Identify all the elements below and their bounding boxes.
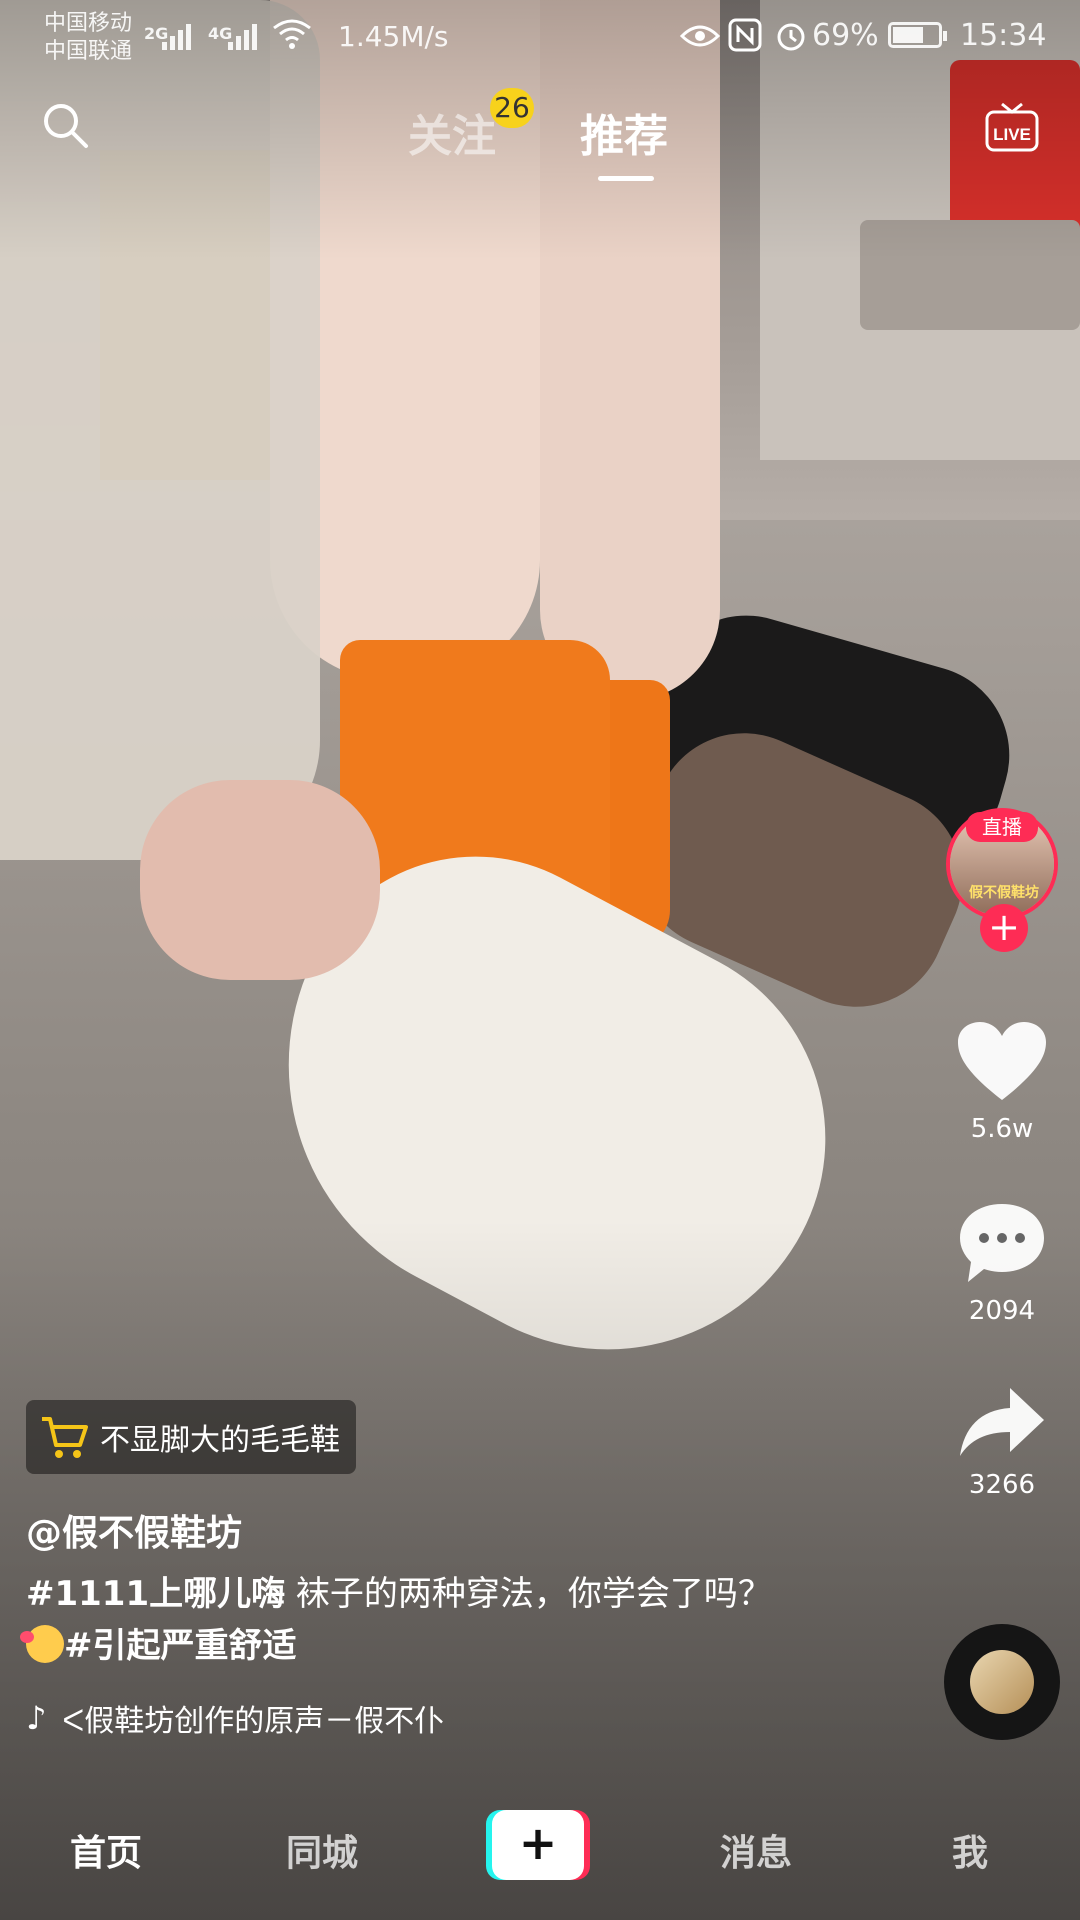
music-cover — [970, 1650, 1034, 1714]
share-button[interactable]: 3266 — [946, 1384, 1058, 1500]
heart-icon — [958, 1022, 1046, 1100]
search-icon[interactable] — [40, 100, 90, 150]
hand — [140, 780, 380, 980]
music-note-icon: ♪ — [26, 1699, 47, 1737]
battery-icon — [888, 22, 947, 48]
share-arrow-icon — [960, 1388, 1044, 1456]
avatar-shop-name: 假不假鞋坊 — [969, 885, 1039, 901]
tab-following[interactable]: 关注 — [408, 100, 496, 164]
nav-messages[interactable]: 消息 — [720, 1824, 792, 1876]
bottom-nav: 首页 同城 + 消息 我 — [0, 1800, 1080, 1920]
nav-home[interactable]: 首页 — [70, 1824, 142, 1876]
shopping-cart-icon — [42, 1417, 88, 1458]
battery-percent: 69% — [812, 18, 879, 53]
network-speed: 1.45M/s — [338, 20, 449, 53]
carrier-2: 中国联通 — [44, 39, 133, 64]
share-count: 3266 — [968, 1470, 1036, 1500]
author-name[interactable]: @假不假鞋坊 — [26, 1504, 242, 1556]
carrier-labels: 中国移动 中国联通 — [44, 10, 132, 66]
comment-icon — [960, 1204, 1044, 1282]
active-tab-indicator — [598, 176, 654, 181]
clock: 15:34 — [960, 18, 1047, 53]
battery-level — [893, 27, 923, 43]
carrier-1: 中国移动 — [44, 11, 133, 36]
plus-icon: + — [492, 1810, 584, 1880]
follow-button[interactable]: + — [980, 904, 1028, 952]
music-title: ᐸ假鞋坊创作的原声－假不仆 — [62, 1704, 445, 1739]
product-tag[interactable]: 不显脚大的毛毛鞋 — [26, 1400, 356, 1474]
live-tv-icon[interactable]: LIVE — [984, 98, 1040, 154]
live-label: LIVE — [993, 125, 1031, 144]
live-badge: 直播 — [966, 812, 1038, 842]
following-count-badge: 26 — [490, 88, 534, 128]
hashtag-comfort[interactable]: #引起严重舒适 — [64, 1626, 297, 1666]
music-info[interactable]: ♪ ᐸ假鞋坊创作的原声－假不仆 — [26, 1696, 486, 1740]
comment-count: 2094 — [968, 1296, 1036, 1326]
signal-icon — [162, 22, 191, 50]
hashtag-1111[interactable]: #1111上哪儿嗨 — [26, 1574, 285, 1614]
smiling-face-with-hearts-icon — [20, 1625, 64, 1663]
nav-nearby[interactable]: 同城 — [286, 1824, 358, 1876]
nfc-icon — [728, 18, 762, 52]
like-button[interactable]: 5.6w — [946, 1020, 1058, 1144]
caption-text: 袜子的两种穿法，你学会了吗？ — [285, 1574, 772, 1614]
wifi-icon — [273, 19, 311, 49]
create-button[interactable]: + — [486, 1810, 590, 1880]
eye-icon — [680, 25, 720, 47]
video-description: #1111上哪儿嗨 袜子的两种穿法，你学会了吗？ #引起严重舒适 — [20, 1568, 886, 1672]
nav-me[interactable]: 我 — [952, 1824, 988, 1876]
status-bar: 中国移动 中国联通 2G 4G 1.45M/s 69% 15:34 — [0, 0, 1080, 70]
comment-button[interactable]: 2094 — [946, 1200, 1058, 1326]
like-count: 5.6w — [970, 1114, 1034, 1144]
tab-recommend[interactable]: 推荐 — [580, 100, 668, 164]
signal-icon-2 — [228, 22, 257, 50]
product-tag-label: 不显脚大的毛毛鞋 — [100, 1423, 340, 1458]
alarm-icon — [777, 23, 805, 51]
